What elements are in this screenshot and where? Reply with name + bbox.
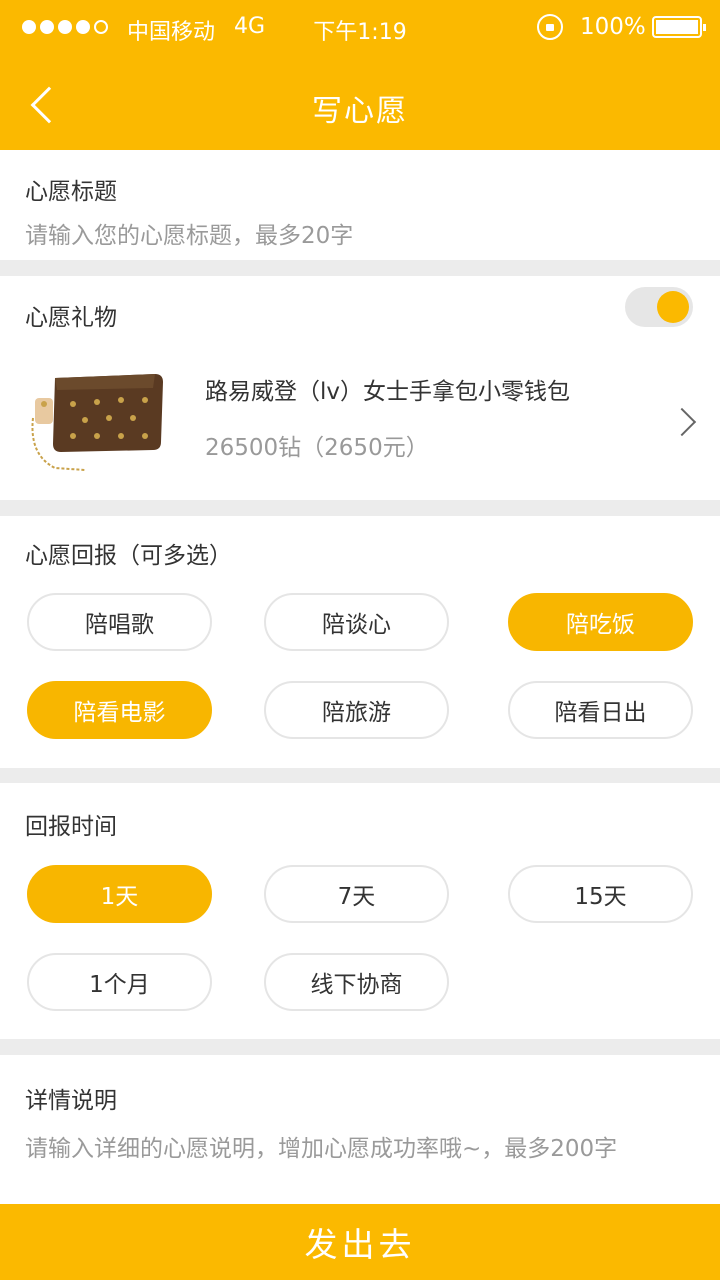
wish-gift-label: 心愿礼物 [25, 305, 117, 331]
gift-toggle[interactable] [625, 287, 693, 327]
rotation-lock-icon [537, 14, 563, 40]
details-label: 详情说明 [25, 1088, 117, 1114]
gift-price: 26500钻（2650元） [205, 435, 429, 461]
toggle-knob [657, 291, 689, 323]
reward-option-sunrise[interactable]: 陪看日出 [508, 681, 693, 739]
time-option-7-days[interactable]: 7天 [264, 865, 449, 923]
reward-time-label: 回报时间 [25, 814, 117, 840]
reward-label: 心愿回报（可多选） [25, 543, 232, 569]
details-input[interactable]: 请输入详细的心愿说明，增加心愿成功率哦~，最多200字 [25, 1129, 617, 1163]
wish-title-label: 心愿标题 [25, 179, 117, 205]
reward-option-sing[interactable]: 陪唱歌 [27, 593, 212, 651]
reward-option-movie[interactable]: 陪看电影 [27, 681, 212, 739]
reward-option-dinner[interactable]: 陪吃饭 [508, 593, 693, 651]
details-section: 详情说明 请输入详细的心愿说明，增加心愿成功率哦~，最多200字 [0, 1055, 720, 1204]
time-option-15-days[interactable]: 15天 [508, 865, 693, 923]
time-option-1-day[interactable]: 1天 [27, 865, 212, 923]
battery-percent: 100% [580, 14, 646, 40]
wish-title-section: 心愿标题 请输入您的心愿标题，最多20字 [0, 150, 720, 260]
submit-button[interactable]: 发出去 [0, 1204, 720, 1280]
page-title: 写心愿 [312, 94, 408, 129]
time-option-1-month[interactable]: 1个月 [27, 953, 212, 1011]
wish-title-input[interactable]: 请输入您的心愿标题，最多20字 [25, 216, 353, 250]
reward-option-chat[interactable]: 陪谈心 [264, 593, 449, 651]
battery-icon [652, 16, 706, 38]
time-option-offline[interactable]: 线下协商 [264, 953, 449, 1011]
reward-option-travel[interactable]: 陪旅游 [264, 681, 449, 739]
gift-name: 路易威登（lv）女士手拿包小零钱包 [205, 379, 571, 405]
gift-image[interactable] [25, 360, 175, 475]
status-bar: 中国移动 4G 下午1:19 100% [0, 0, 720, 56]
header: 中国移动 4G 下午1:19 100% 写心愿 [0, 0, 720, 150]
